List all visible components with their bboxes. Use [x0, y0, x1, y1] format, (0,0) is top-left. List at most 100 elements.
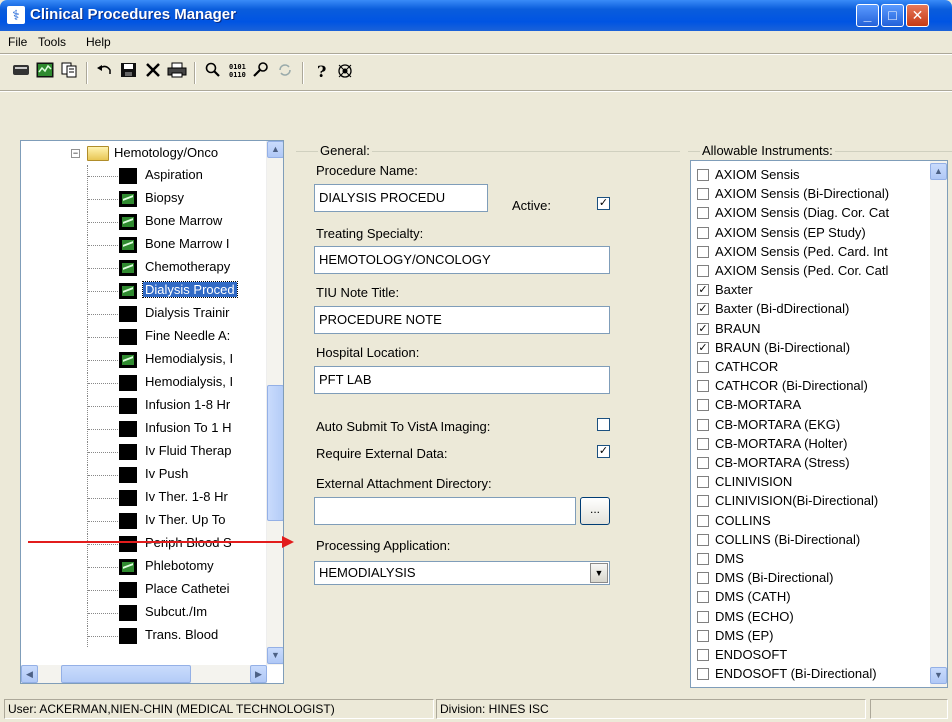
- instrument-item[interactable]: ✓ BRAUN (Bi-Directional): [695, 340, 931, 356]
- delete-icon[interactable]: [142, 62, 164, 84]
- browse-button[interactable]: ...: [580, 497, 610, 525]
- instrument-item[interactable]: COLLINS: [695, 513, 931, 529]
- instrument-item[interactable]: CLINIVISION(Bi-Directional): [695, 493, 931, 509]
- scroll-up-icon[interactable]: ▲: [930, 163, 947, 180]
- tree-item[interactable]: Iv Ther. Up To: [21, 510, 267, 532]
- tree-item[interactable]: Aspiration: [21, 165, 267, 187]
- instrument-item[interactable]: ✓ Baxter: [695, 282, 931, 298]
- instrument-item[interactable]: DMS: [695, 551, 931, 567]
- treating-specialty-input[interactable]: HEMOTOLOGY/ONCOLOGY: [314, 246, 610, 274]
- procedure-name-input[interactable]: DIALYSIS PROCEDU: [314, 184, 488, 212]
- instrument-item[interactable]: CB-MORTARA: [695, 397, 931, 413]
- tiu-note-input[interactable]: PROCEDURE NOTE: [314, 306, 610, 334]
- instrument-checkbox[interactable]: [697, 610, 709, 623]
- save-icon[interactable]: [118, 62, 140, 84]
- instrument-checkbox[interactable]: [697, 418, 709, 431]
- instrument-checkbox[interactable]: [697, 361, 709, 373]
- undo-icon[interactable]: [94, 62, 116, 84]
- instrument-item[interactable]: ✓ Baxter (Bi-dDirectional): [695, 301, 931, 317]
- instrument-checkbox[interactable]: [697, 169, 709, 181]
- instrument-item[interactable]: CB-MORTARA (EKG): [695, 417, 931, 433]
- instrument-checkbox[interactable]: [697, 514, 709, 527]
- tree-item[interactable]: Iv Fluid Therap: [21, 441, 267, 463]
- instrument-item[interactable]: ENDOSOFT (Bi-Directional): [695, 666, 931, 682]
- refresh-icon[interactable]: [274, 62, 296, 84]
- instrument-checkbox[interactable]: [697, 553, 709, 565]
- caduceus-icon[interactable]: ⚕: [7, 6, 25, 24]
- instrument-item[interactable]: CB-MORTARA (Stress): [695, 455, 931, 471]
- help-icon[interactable]: ?: [310, 62, 332, 84]
- close-button[interactable]: ✕: [906, 4, 929, 27]
- instrument-item[interactable]: ✓ BRAUN: [695, 321, 931, 337]
- chart-icon[interactable]: [34, 62, 56, 84]
- processing-app-select[interactable]: HEMODIALYSIS: [314, 561, 610, 585]
- instrument-checkbox[interactable]: [697, 457, 709, 469]
- instrument-item[interactable]: AXIOM Sensis (Ped. Card. Int: [695, 244, 931, 260]
- title-bar[interactable]: ⚕ Clinical Procedures Manager _ □ ✕: [0, 0, 952, 31]
- menu-file[interactable]: File: [8, 35, 27, 49]
- binary-icon[interactable]: 0101 0110: [226, 62, 248, 84]
- instrument-checkbox[interactable]: [697, 380, 709, 393]
- scroll-down-icon[interactable]: ▼: [930, 667, 947, 684]
- tree-item[interactable]: Periph Blood S: [21, 533, 267, 555]
- scroll-left-icon[interactable]: ◀: [21, 665, 38, 683]
- tree-vertical-scrollbar[interactable]: ▲ ▼: [266, 141, 283, 665]
- instrument-checkbox[interactable]: [697, 591, 709, 604]
- procedure-tree[interactable]: − Hemotology/Onco Aspiration Biopsy Bone M…: [20, 140, 284, 684]
- instrument-item[interactable]: AXIOM Sensis (Diag. Cor. Cat: [695, 205, 931, 221]
- tree-item[interactable]: Fine Needle A:: [21, 326, 267, 348]
- instrument-checkbox[interactable]: [697, 476, 709, 489]
- instrument-item[interactable]: CATHCOR (Bi-Directional): [695, 378, 931, 394]
- instrument-checkbox[interactable]: [697, 399, 709, 412]
- tree-item[interactable]: Phlebotomy: [21, 556, 267, 578]
- scroll-down-icon[interactable]: ▼: [267, 647, 283, 664]
- auto-submit-checkbox[interactable]: [597, 418, 610, 431]
- tree-item[interactable]: Infusion To 1 H: [21, 418, 267, 440]
- instrument-checkbox[interactable]: ✓: [697, 322, 709, 335]
- instrument-checkbox[interactable]: [697, 668, 709, 681]
- instruments-list[interactable]: ENDOSOFT (Bi-Directional) ENDOSOFT DMS (EP…: [690, 160, 948, 688]
- instrument-item[interactable]: AXIOM Sensis: [695, 167, 931, 183]
- instrument-item[interactable]: DMS (ECHO): [695, 609, 931, 625]
- instrument-item[interactable]: ENDOSOFT: [695, 647, 931, 663]
- tree-item[interactable]: Bone Marrow: [21, 211, 267, 233]
- instrument-checkbox[interactable]: ✓: [697, 341, 709, 354]
- tree-item[interactable]: Place Cathetei: [21, 579, 267, 601]
- instrument-item[interactable]: AXIOM Sensis (Ped. Cor. Catl: [695, 263, 931, 279]
- tree-folder-row[interactable]: − Hemotology/Onco: [21, 143, 267, 165]
- instrument-item[interactable]: COLLINS (Bi-Directional): [695, 532, 931, 548]
- tree-item[interactable]: Trans. Blood: [21, 625, 267, 647]
- instrument-checkbox[interactable]: [697, 245, 709, 258]
- instrument-item[interactable]: DMS (EP): [695, 628, 931, 644]
- instrument-checkbox[interactable]: [697, 629, 709, 642]
- instrument-checkbox[interactable]: [697, 226, 709, 239]
- instrument-item[interactable]: CLINIVISION: [695, 474, 931, 490]
- instrument-item[interactable]: AXIOM Sensis (EP Study): [695, 225, 931, 241]
- instrument-checkbox[interactable]: [697, 265, 709, 277]
- instrument-checkbox[interactable]: [697, 649, 709, 661]
- instrument-checkbox[interactable]: ✓: [697, 303, 709, 316]
- settings-icon[interactable]: [250, 62, 272, 84]
- tree-item[interactable]: Hemodialysis, I: [21, 372, 267, 394]
- minimize-button[interactable]: _: [856, 4, 879, 27]
- instruments-scrollbar[interactable]: ▲ ▼: [930, 161, 947, 687]
- copy-icon[interactable]: [58, 62, 80, 84]
- instrument-checkbox[interactable]: [697, 572, 709, 585]
- tree-scroll-thumb[interactable]: [267, 385, 283, 521]
- menu-help[interactable]: Help: [86, 35, 111, 49]
- instrument-checkbox[interactable]: [697, 533, 709, 546]
- instrument-checkbox[interactable]: ✓: [697, 284, 709, 297]
- menu-tools[interactable]: Tools: [38, 35, 66, 49]
- debug-icon[interactable]: [334, 62, 356, 84]
- active-checkbox[interactable]: ✓: [597, 197, 610, 210]
- tree-item[interactable]: Infusion 1-8 Hr: [21, 395, 267, 417]
- scroll-right-icon[interactable]: ▶: [250, 665, 267, 683]
- tree-item[interactable]: Biopsy: [21, 188, 267, 210]
- tree-hscroll-thumb[interactable]: [61, 665, 191, 683]
- tree-item[interactable]: Dialysis Proced: [21, 280, 267, 302]
- tree-item[interactable]: Subcut./Im: [21, 602, 267, 624]
- instrument-checkbox[interactable]: [697, 207, 709, 220]
- external-dir-input[interactable]: [314, 497, 576, 525]
- instrument-item[interactable]: DMS (Bi-Directional): [695, 570, 931, 586]
- maximize-button[interactable]: □: [881, 4, 904, 27]
